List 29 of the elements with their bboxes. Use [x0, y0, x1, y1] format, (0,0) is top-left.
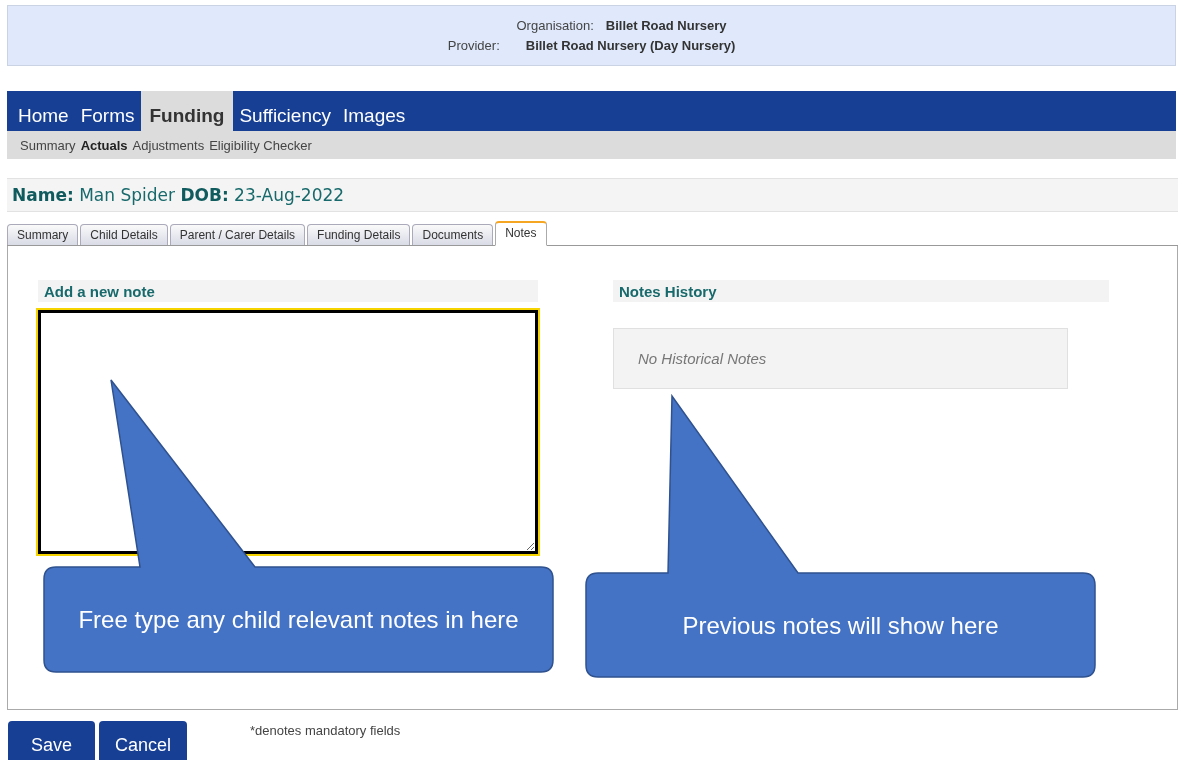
provider-label: Provider:: [447, 38, 500, 53]
tab[interactable]: Notes: [495, 221, 547, 246]
callout-text: Previous notes will show here: [682, 610, 999, 641]
organisation-name: Billet Road Nursery: [605, 18, 727, 33]
nav-tab[interactable]: Forms: [74, 103, 141, 131]
record-title: Name: Man Spider DOB: 23-Aug-2022: [12, 185, 345, 205]
section-heading: Notes History: [619, 282, 717, 300]
nav-tab[interactable]: Sufficiency: [233, 103, 337, 131]
action-button[interactable]: Cancel: [99, 721, 187, 760]
provider-name: Billet Road Nursery (Day Nursery): [525, 38, 736, 53]
sub-nav-link[interactable]: Summary: [20, 137, 76, 153]
tab[interactable]: Documents: [412, 224, 494, 245]
tab[interactable]: Parent / Carer Details: [169, 224, 306, 245]
section-heading: Add a new note: [44, 282, 155, 300]
action-button[interactable]: Save: [8, 721, 95, 760]
organisation-label: Organisation:: [516, 18, 594, 33]
empty-message: No Historical Notes: [638, 350, 767, 367]
note-input-field[interactable]: [38, 310, 538, 554]
nav-tab[interactable]: Funding: [140, 91, 234, 131]
sub-nav-link[interactable]: Adjustments: [132, 137, 205, 153]
footnote: *denotes mandatory fields: [250, 723, 401, 740]
sub-nav-link[interactable]: Eligibility Checker: [209, 137, 312, 153]
sub-nav-link[interactable]: Actuals: [80, 137, 128, 153]
tab[interactable]: Funding Details: [307, 224, 411, 245]
tab[interactable]: Child Details: [80, 224, 168, 245]
tab[interactable]: Summary: [7, 224, 79, 245]
callout-text: Free type any child relevant notes in here: [78, 605, 519, 635]
nav-tab[interactable]: Images: [336, 103, 412, 131]
nav-tab[interactable]: Home: [12, 103, 75, 131]
